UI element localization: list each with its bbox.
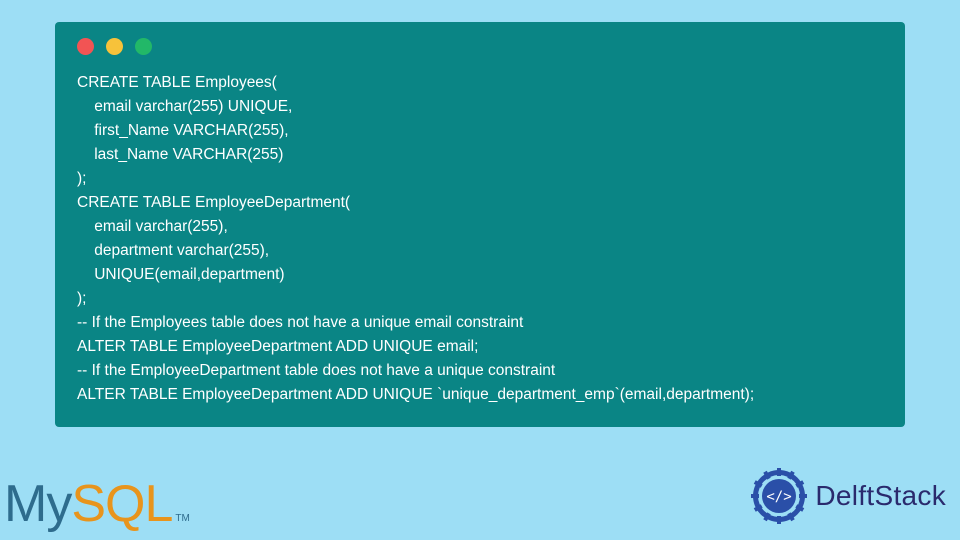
delftstack-logo-text: DelftStack <box>815 480 946 512</box>
code-window: CREATE TABLE Employees( email varchar(25… <box>55 22 905 427</box>
delftstack-logo: </> DelftStack <box>749 466 946 526</box>
code-content: CREATE TABLE Employees( email varchar(25… <box>77 71 883 407</box>
window-controls <box>77 38 883 55</box>
close-dot-icon <box>77 38 94 55</box>
delftstack-gear-icon: </> <box>749 466 809 526</box>
mysql-logo-tm: TM <box>175 513 189 524</box>
maximize-dot-icon <box>135 38 152 55</box>
mysql-logo: MySQLTM <box>4 474 190 534</box>
mysql-logo-sql: SQL <box>71 474 172 534</box>
mysql-logo-my: My <box>4 474 71 534</box>
minimize-dot-icon <box>106 38 123 55</box>
svg-text:</>: </> <box>767 489 792 505</box>
